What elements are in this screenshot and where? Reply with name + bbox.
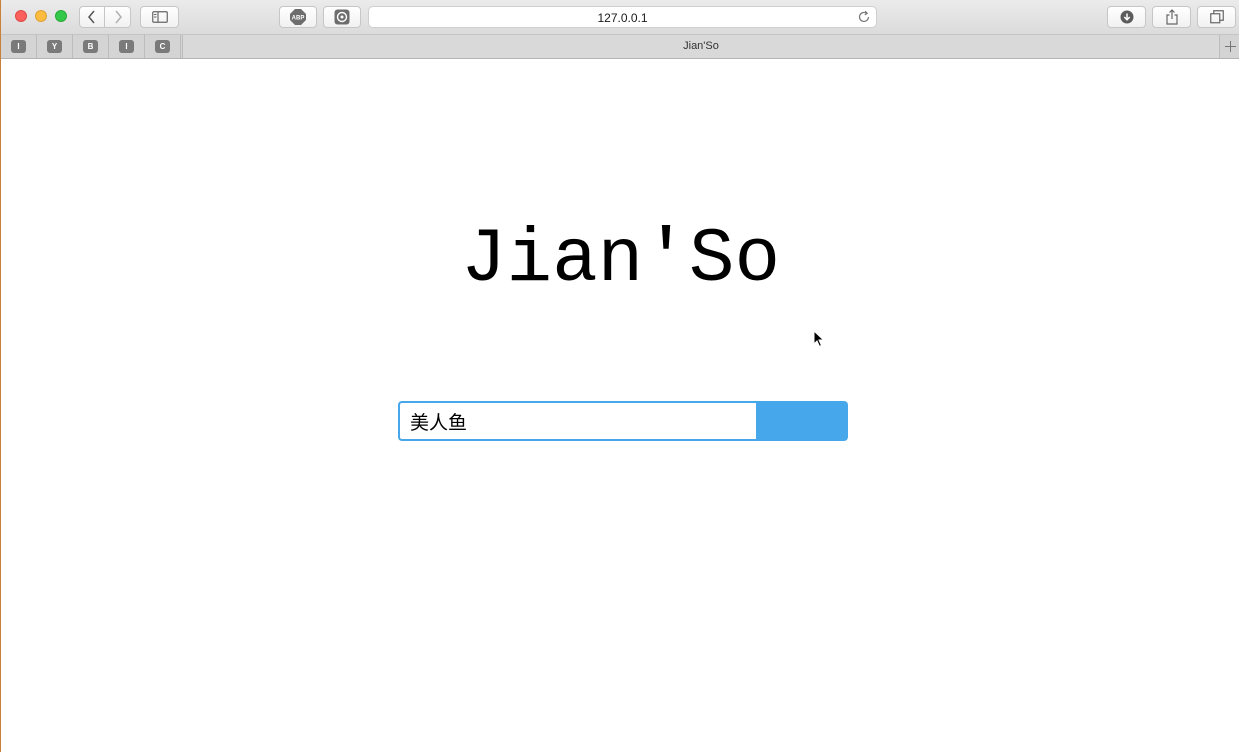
sidebar-button[interactable]: [140, 6, 179, 28]
share-icon: [1165, 9, 1178, 25]
pinned-tab[interactable]: I: [109, 35, 145, 58]
pinned-tab-badge: I: [119, 40, 134, 53]
adblock-button[interactable]: ABP: [279, 6, 317, 28]
back-icon: [88, 10, 95, 24]
mouse-pointer-icon: [813, 330, 825, 348]
zoom-window-button[interactable]: [55, 10, 67, 22]
tab-active[interactable]: Jian'So: [182, 35, 1219, 58]
tab-bar: I Y B I C Jian'So: [1, 35, 1239, 59]
downloads-button[interactable]: [1107, 6, 1146, 28]
search-button[interactable]: [756, 401, 848, 441]
pinned-tab[interactable]: Y: [37, 35, 73, 58]
adblock-label: ABP: [292, 16, 305, 22]
share-button[interactable]: [1152, 6, 1191, 28]
pinned-tab-badge: Y: [47, 40, 62, 53]
search-form: [398, 401, 848, 441]
pinned-tab[interactable]: C: [145, 35, 181, 58]
download-icon: [1120, 10, 1133, 24]
new-tab-button[interactable]: [1219, 35, 1239, 58]
minimize-window-button[interactable]: [35, 10, 47, 22]
browser-window: ABP 127.0.0.1 I Y B I C Jian'So Jian'So …: [0, 0, 1239, 752]
pinned-tab[interactable]: I: [1, 35, 37, 58]
navigation-buttons: [79, 6, 132, 28]
adblock-icon: ABP: [290, 9, 306, 25]
forward-button[interactable]: [105, 6, 131, 28]
pinned-tab-badge: I: [11, 40, 26, 53]
extension-button[interactable]: [323, 6, 361, 28]
site-logo: Jian'So: [460, 217, 781, 303]
tabs-overview-button[interactable]: [1197, 6, 1236, 28]
pinned-tab[interactable]: B: [73, 35, 109, 58]
extension-icon: [334, 9, 350, 25]
sidebar-icon: [151, 11, 168, 23]
tabs-overview-icon: [1209, 10, 1224, 24]
pinned-tab-badge: B: [83, 40, 98, 53]
close-window-button[interactable]: [15, 10, 27, 22]
reload-icon[interactable]: [857, 10, 871, 24]
browser-toolbar: ABP 127.0.0.1: [1, 0, 1239, 35]
tab-title: Jian'So: [683, 40, 719, 52]
new-tab-icon: [1224, 41, 1236, 52]
forward-icon: [114, 10, 122, 24]
address-bar[interactable]: 127.0.0.1: [368, 6, 877, 28]
url-text: 127.0.0.1: [597, 11, 648, 25]
back-button[interactable]: [79, 6, 105, 28]
pinned-tab-badge: C: [155, 40, 170, 53]
search-input[interactable]: [398, 401, 757, 441]
